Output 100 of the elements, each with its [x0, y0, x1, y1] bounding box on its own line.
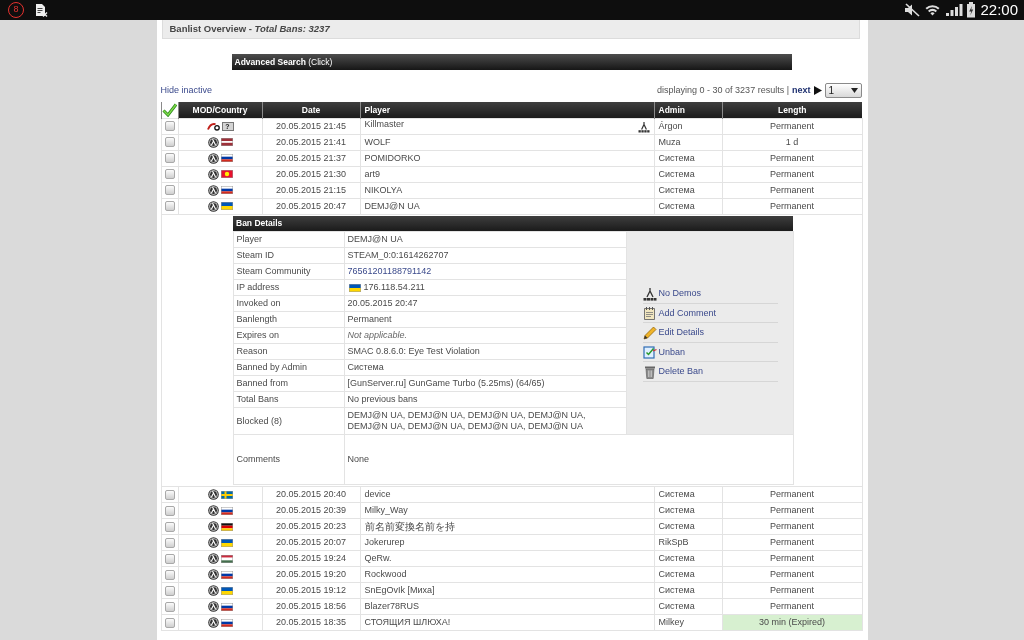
column-header[interactable]: Admin	[654, 102, 722, 118]
row-checkbox[interactable]	[164, 569, 175, 580]
row-checkbox[interactable]	[164, 137, 175, 147]
row-checkbox[interactable]	[164, 617, 175, 628]
table-cell: 20.05.2015 19:12	[262, 582, 360, 599]
field-label: Steam Community	[233, 263, 344, 280]
flag-icon	[220, 490, 233, 499]
table-cell: Permanent	[722, 198, 862, 214]
battery-icon	[966, 2, 977, 18]
lambda-circle-icon	[207, 136, 219, 148]
field-label: Player	[233, 231, 344, 248]
table-cell: Killmaster	[364, 119, 404, 129]
table-cell: Система	[654, 150, 722, 166]
table-cell: Permanent	[722, 598, 862, 615]
row-checkbox[interactable]	[164, 169, 175, 179]
table-cell: Permanent	[722, 182, 862, 198]
table-cell: 20.05.2015 19:20	[262, 566, 360, 583]
field-label: Expires on	[233, 327, 344, 344]
table-cell: 20.05.2015 20:47	[262, 198, 360, 214]
check-icon[interactable]	[162, 102, 177, 117]
lambda-circle-icon	[207, 489, 219, 501]
flag-icon	[220, 138, 233, 147]
table-cell: Rockwood	[364, 569, 407, 580]
table-cell: RikSpB	[654, 534, 722, 551]
lambda-circle-icon	[207, 184, 219, 196]
no-demos-link[interactable]: No Demos	[642, 286, 701, 301]
table-cell: СТОЯЩИЯ ШЛЮХА!	[364, 617, 451, 628]
table-cell: 20.05.2015 21:45	[262, 118, 360, 134]
field-value: DEMJ@N UA	[344, 231, 626, 248]
lambda-circle-icon	[207, 200, 219, 212]
unban-link[interactable]: Unban	[642, 345, 686, 359]
edit-details-link[interactable]: Edit Details	[642, 325, 705, 340]
advanced-search-bar[interactable]: Advanced Search (Click)	[231, 54, 792, 70]
row-checkbox[interactable]	[164, 585, 175, 596]
flag-icon	[220, 186, 233, 195]
row-checkbox[interactable]	[164, 489, 175, 500]
row-checkbox[interactable]	[164, 201, 175, 211]
table-cell: Árgon	[654, 118, 722, 134]
flag-icon	[220, 570, 233, 579]
column-header[interactable]: Player	[360, 102, 654, 118]
notepad-icon	[642, 306, 657, 320]
clock-time: 22:00	[980, 1, 1018, 19]
row-checkbox[interactable]	[164, 601, 175, 612]
page-check-icon	[642, 345, 657, 359]
lambda-circle-icon	[207, 601, 219, 613]
delete-ban-link[interactable]: Delete Ban	[642, 364, 704, 379]
lambda-circle-icon	[207, 569, 219, 581]
page-select[interactable]: 1	[824, 83, 862, 98]
field-label: Invoked on	[233, 295, 344, 312]
table-cell: Система	[654, 182, 722, 198]
profile-link[interactable]: 76561201188791142	[347, 266, 432, 277]
table-cell: 20.05.2015 20:40	[262, 486, 360, 503]
lambda-circle-icon	[207, 521, 219, 533]
field-label: Banned by Admin	[233, 359, 344, 376]
flag-icon	[220, 554, 233, 563]
table-cell: Система	[654, 566, 722, 583]
table-cell: WOLF	[364, 136, 391, 147]
flag-icon	[220, 170, 233, 179]
table-cell: 20.05.2015 18:35	[262, 614, 360, 631]
table-cell: POMIDORKO	[364, 152, 421, 163]
row-checkbox[interactable]	[164, 153, 175, 163]
table-cell: 1 d	[722, 134, 862, 150]
column-header[interactable]: Date	[262, 102, 360, 118]
add-comment-link[interactable]: Add Comment	[642, 306, 717, 320]
next-link[interactable]: next	[792, 85, 811, 96]
table-cell: Jokerurep	[364, 537, 405, 548]
table-cell: Permanent	[722, 166, 862, 182]
row-checkbox[interactable]	[164, 505, 175, 516]
row-checkbox[interactable]	[164, 537, 175, 548]
table-cell: Permanent	[722, 502, 862, 519]
table-cell: Muza	[654, 134, 722, 150]
lambda-circle-icon	[207, 553, 219, 565]
field-label: Steam ID	[233, 247, 344, 264]
flag-icon	[220, 506, 233, 515]
row-checkbox[interactable]	[164, 185, 175, 195]
field-label: Banlength	[233, 311, 344, 328]
table-cell: 20.05.2015 21:30	[262, 166, 360, 182]
field-label: IP address	[233, 279, 344, 296]
caret-icon	[850, 88, 858, 93]
flag-icon	[348, 283, 361, 292]
table-cell: 20.05.2015 20:23	[262, 518, 360, 535]
flag-icon	[220, 602, 233, 611]
row-checkbox[interactable]	[164, 553, 175, 564]
row-checkbox[interactable]	[164, 121, 175, 131]
table-cell: 20.05.2015 21:41	[262, 134, 360, 150]
results-summary: displaying 0 - 30 of 3237 results |	[657, 85, 789, 96]
trash-icon	[642, 364, 657, 379]
table-cell: Система	[654, 502, 722, 519]
table-cell: DEMJ@N UA	[364, 200, 420, 211]
lambda-circle-icon	[207, 168, 219, 180]
table-cell: Система	[654, 582, 722, 599]
row-checkbox[interactable]	[164, 521, 175, 532]
section-header: Ban Details	[233, 215, 794, 232]
lambda-circle-icon	[207, 152, 219, 164]
table-cell: 20.05.2015 20:39	[262, 502, 360, 519]
table-cell: Система	[654, 550, 722, 567]
wifi-icon	[925, 3, 941, 17]
column-header[interactable]: Length	[722, 102, 862, 118]
flag-icon	[220, 618, 233, 627]
column-header[interactable]: MOD/Country	[178, 102, 262, 118]
